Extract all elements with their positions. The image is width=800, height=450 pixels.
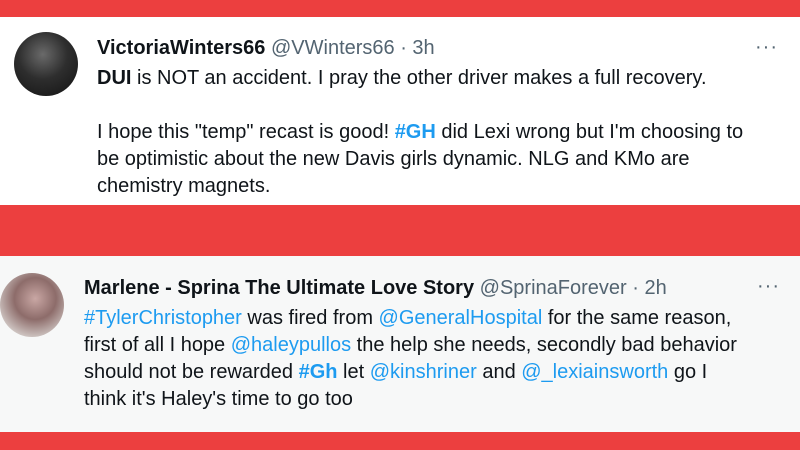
text-segment: was fired from [241, 307, 379, 329]
text-segment: is NOT an accident. I pray the other dri… [131, 67, 707, 89]
text-line: I hope this "temp" recast is good! #GH d… [97, 119, 787, 146]
text-segment: go I [668, 361, 708, 383]
text-line: DUI is NOT an accident. I pray the other… [97, 65, 787, 92]
text-line: be optimistic about the new Davis girls … [97, 146, 787, 173]
text-line: #TylerChristopher was fired from @Genera… [84, 305, 794, 332]
text-segment: be optimistic about the new Davis girls … [97, 148, 690, 170]
hashtag-link[interactable]: #Gh [299, 361, 338, 383]
tweet-header: VictoriaWinters66 @VWinters66 · 3h [97, 36, 435, 60]
mention-link[interactable]: @kinshriner [370, 361, 477, 383]
handle-and-time[interactable]: @VWinters66 · 3h [265, 37, 435, 59]
display-name[interactable]: Marlene - Sprina The Ultimate Love Story [84, 277, 474, 299]
text-segment: did Lexi wrong but I'm choosing to [435, 121, 744, 143]
hashtag-link[interactable]: #TylerChristopher [84, 307, 242, 329]
text-line: first of all I hope @haleypullos the hel… [84, 332, 794, 359]
text-segment: think it's Haley's time to go too [84, 388, 353, 410]
mention-link[interactable]: @haleypullos [231, 334, 351, 356]
hashtag-link[interactable]: #GH [395, 121, 436, 143]
more-options-icon[interactable]: ··· [755, 37, 778, 57]
mention-link[interactable]: @GeneralHospital [379, 307, 543, 329]
tweet-card[interactable]: Marlene - Sprina The Ultimate Love Story… [0, 256, 800, 432]
mention-link[interactable]: @_lexiainsworth [521, 361, 668, 383]
text-line: chemistry magnets. [97, 173, 787, 200]
display-name[interactable]: VictoriaWinters66 [97, 37, 265, 59]
handle-and-time[interactable]: @SprinaForever · 2h [474, 277, 667, 299]
text-segment: the help she needs, secondly bad behavio… [351, 334, 737, 356]
tweet-text: DUI is NOT an accident. I pray the other… [97, 65, 787, 200]
more-options-icon[interactable]: ··· [757, 276, 780, 296]
text-segment: should not be rewarded [84, 361, 299, 383]
text-segment: DUI [97, 67, 132, 89]
text-segment: chemistry magnets. [97, 175, 271, 197]
text-segment: let [337, 361, 370, 383]
text-segment: I hope this "temp" recast is good! [97, 121, 395, 143]
text-line: think it's Haley's time to go too [84, 386, 794, 413]
avatar[interactable] [14, 32, 78, 96]
tweet-header: Marlene - Sprina The Ultimate Love Story… [84, 276, 667, 300]
text-segment: first of all I hope [84, 334, 231, 356]
tweet-text: #TylerChristopher was fired from @Genera… [84, 305, 794, 413]
avatar[interactable] [0, 273, 64, 337]
tweet-card[interactable]: VictoriaWinters66 @VWinters66 · 3h ··· D… [0, 17, 800, 205]
text-segment: and [476, 361, 522, 383]
text-line: should not be rewarded #Gh let @kinshrin… [84, 359, 794, 386]
text-segment: for the same reason, [542, 307, 732, 329]
